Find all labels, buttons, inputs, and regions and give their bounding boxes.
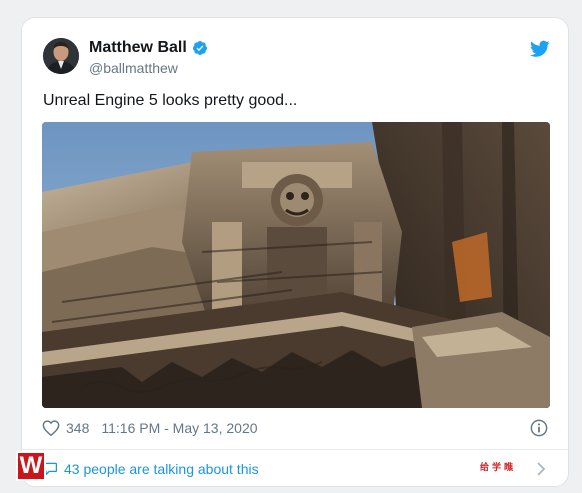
tweet-timestamp[interactable]: 11:16 PM - May 13, 2020 bbox=[101, 420, 257, 436]
author-avatar[interactable] bbox=[43, 38, 79, 74]
discussion-text[interactable]: 43 people are talking about this bbox=[64, 461, 259, 477]
heart-icon[interactable] bbox=[42, 420, 60, 436]
avatar-image bbox=[43, 38, 79, 74]
tweet-meta: 348 11:16 PM - May 13, 2020 bbox=[42, 418, 550, 438]
tweet-card[interactable]: Matthew Ball @ballmatthew Unreal Engine … bbox=[21, 17, 569, 487]
info-icon[interactable] bbox=[530, 419, 548, 437]
twitter-bird-icon[interactable] bbox=[530, 40, 550, 58]
footer-divider bbox=[22, 449, 568, 450]
tweet-header: Matthew Ball @ballmatthew bbox=[43, 38, 550, 78]
author-handle[interactable]: @ballmatthew bbox=[89, 60, 178, 76]
author-name-row: Matthew Ball bbox=[89, 39, 208, 57]
watermark-caption: 给学瞧 bbox=[480, 462, 517, 472]
author-name[interactable]: Matthew Ball bbox=[89, 39, 187, 57]
tweet-text: Unreal Engine 5 looks pretty good... bbox=[43, 92, 298, 109]
discussion-link[interactable]: 43 people are talking about this bbox=[42, 458, 550, 480]
like-count[interactable]: 348 bbox=[66, 420, 89, 436]
chevron-right-icon[interactable] bbox=[536, 462, 546, 476]
tweet-media-image[interactable] bbox=[42, 122, 550, 408]
watermark-logo: W bbox=[16, 451, 46, 481]
verified-badge-icon bbox=[192, 41, 207, 55]
temple-carving-image bbox=[42, 122, 550, 408]
